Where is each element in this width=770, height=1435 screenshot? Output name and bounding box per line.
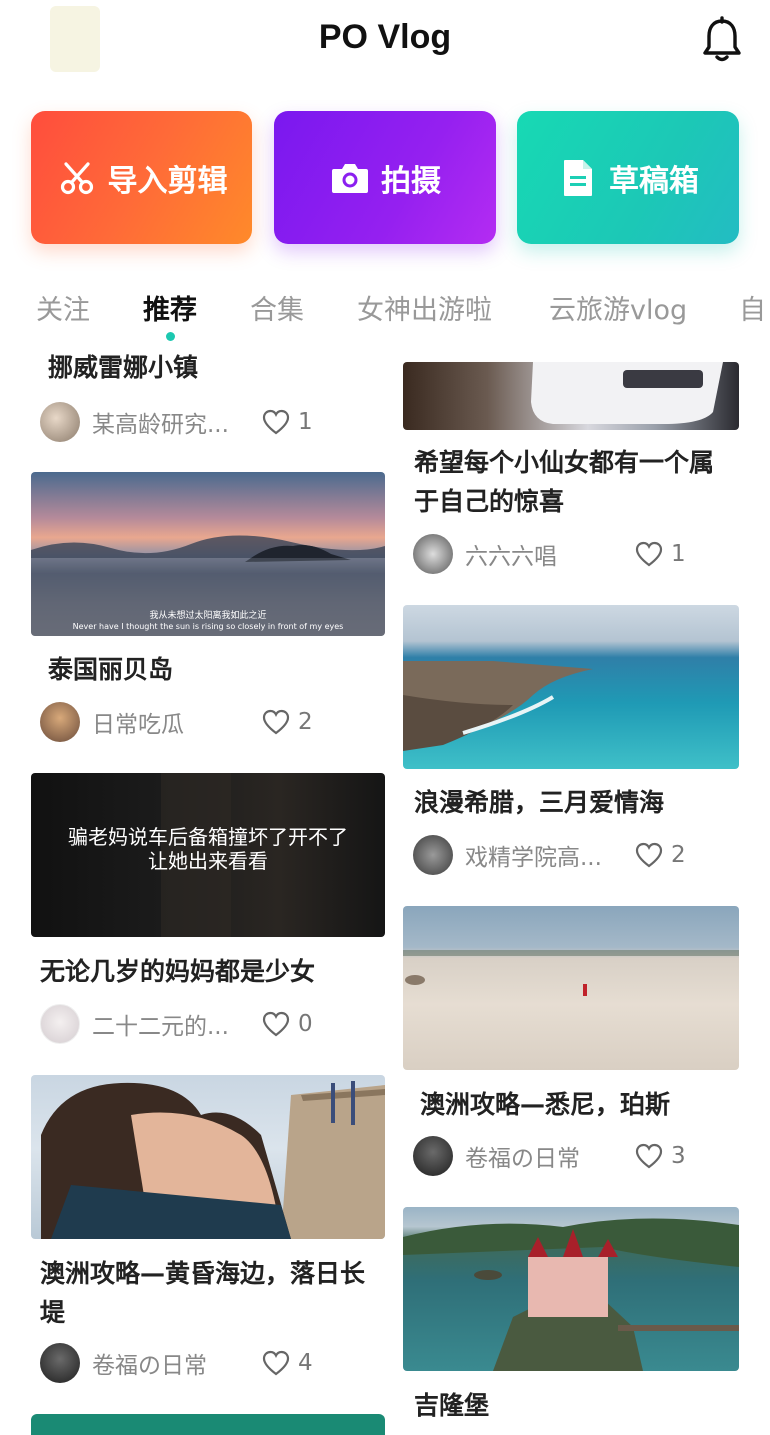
author-name[interactable]: 六六六唱 [465,537,625,571]
video-thumbnail[interactable] [403,1207,739,1371]
tab-recommend[interactable]: 推荐 [143,288,197,327]
heart-icon[interactable] [262,1011,290,1037]
video-title[interactable]: 浪漫希腊，三月爱情海 [414,783,664,822]
video-thumbnail[interactable]: 我从未想过太阳离我如此之近 Never have I thought the s… [31,472,385,636]
like-count: 0 [298,1011,313,1037]
author-name[interactable]: 日常吃瓜 [92,705,252,739]
avatar[interactable] [413,835,453,875]
shoot-button[interactable]: 拍摄 [274,111,496,244]
video-meta: 六六六唱 1 [413,532,686,576]
heart-icon[interactable] [635,541,663,567]
heart-icon[interactable] [635,1143,663,1169]
video-meta: 二十二元的... 0 [40,1002,313,1046]
bell-icon[interactable] [700,16,744,64]
import-edit-label: 导入剪辑 [107,163,228,199]
video-thumbnail[interactable] [403,605,739,769]
tab-cloud-travel-vlog[interactable]: 云旅游vlog [549,288,687,327]
like-count: 1 [671,541,686,567]
tab-collection[interactable]: 合集 [250,288,304,327]
like-count: 4 [298,1350,313,1376]
scissors-icon [56,157,98,199]
video-title[interactable]: 无论几岁的妈妈都是少女 [40,952,315,991]
author-name[interactable]: 某高龄研究... [92,405,252,439]
video-meta: 日常吃瓜 2 [40,700,313,744]
video-caption: 我从未想过太阳离我如此之近 [149,611,267,621]
tab-goddess-travel[interactable]: 女神出游啦 [357,288,492,327]
video-caption: 骗老妈说车后备箱撞坏了开不了让她出来看看 [68,825,348,873]
video-thumbnail[interactable] [31,1075,385,1239]
heart-icon[interactable] [262,1350,290,1376]
heart-icon[interactable] [262,409,290,435]
video-title[interactable]: 澳洲攻略—悉尼，珀斯 [420,1085,670,1124]
video-thumbnail[interactable]: 骗老妈说车后备箱撞坏了开不了让她出来看看 [31,773,385,937]
author-name[interactable]: 卷福の日常 [465,1139,625,1173]
heart-icon[interactable] [262,709,290,735]
app-header: PO Vlog [0,0,770,90]
author-name[interactable]: 卷福の日常 [92,1346,252,1380]
tab-more[interactable]: 自 [739,288,766,327]
import-edit-button[interactable]: 导入剪辑 [31,111,252,244]
document-icon [557,157,599,199]
video-thumbnail[interactable] [31,1414,385,1435]
video-meta: 某高龄研究... 1 [40,400,313,444]
video-caption-english: Never have I thought the sun is rising s… [72,622,344,631]
like-count: 2 [298,709,313,735]
like-count: 2 [671,842,686,868]
author-name[interactable]: 二十二元的... [92,1007,252,1041]
video-meta: 戏精学院高... 2 [413,833,686,877]
video-thumbnail[interactable] [403,906,739,1070]
avatar[interactable] [40,1004,80,1044]
avatar[interactable] [413,534,453,574]
video-title[interactable]: 挪威雷娜小镇 [48,348,198,387]
video-title[interactable]: 吉隆堡 [414,1386,489,1425]
video-title[interactable]: 泰国丽贝岛 [48,650,173,689]
like-count: 1 [298,409,313,435]
heart-icon[interactable] [635,842,663,868]
video-meta: 卷福の日常 4 [40,1341,313,1385]
app-title: PO Vlog [318,18,452,56]
author-name[interactable]: 戏精学院高... [465,838,625,872]
avatar[interactable] [413,1136,453,1176]
shoot-label: 拍摄 [381,163,441,199]
active-tab-indicator [166,332,175,341]
camera-icon [329,157,371,199]
video-title[interactable]: 澳洲攻略—黄昏海边，落日长堤 [40,1254,370,1332]
avatar[interactable] [40,1343,80,1383]
drafts-label: 草稿箱 [609,163,699,199]
tab-follow[interactable]: 关注 [36,288,90,327]
drafts-button[interactable]: 草稿箱 [517,111,739,244]
avatar[interactable] [40,402,80,442]
video-thumbnail[interactable] [403,362,739,430]
video-meta: 卷福の日常 3 [413,1134,686,1178]
avatar[interactable] [40,702,80,742]
category-tabs: 关注 推荐 合集 女神出游啦 云旅游vlog 自 [0,280,770,340]
video-title[interactable]: 希望每个小仙女都有一个属于自己的惊喜 [414,443,734,521]
like-count: 3 [671,1143,686,1169]
